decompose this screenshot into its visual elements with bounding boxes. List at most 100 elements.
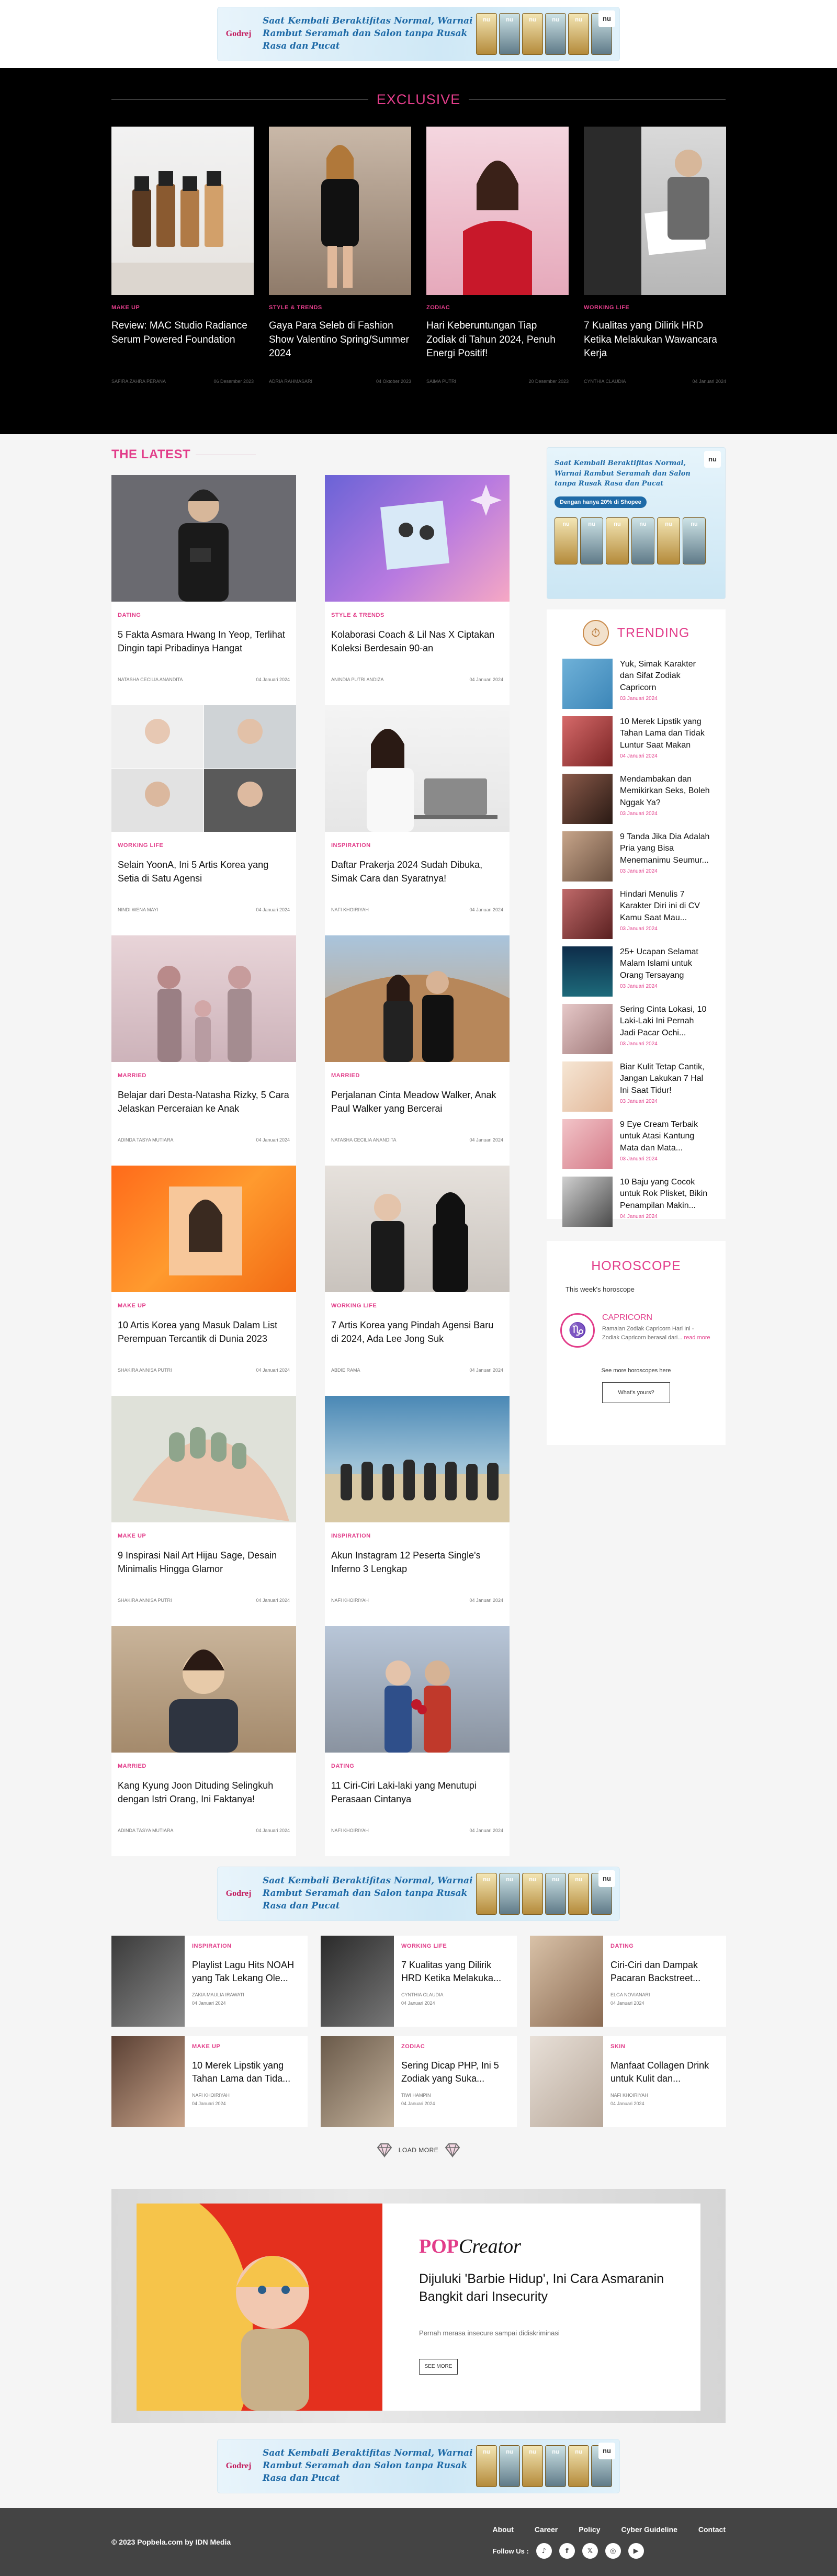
- footer-link-career[interactable]: Career: [535, 2525, 558, 2534]
- article-title[interactable]: Manfaat Collagen Drink untuk Kulit dan..…: [610, 2059, 719, 2086]
- tiktok-icon[interactable]: ♪: [536, 2543, 552, 2559]
- footer-link-about[interactable]: About: [492, 2525, 513, 2534]
- article-title[interactable]: Belajar dari Desta-Natasha Rizky, 5 Cara…: [111, 1088, 296, 1134]
- article-category[interactable]: ZODIAC: [401, 2043, 510, 2050]
- footer-link-cyber-guideline[interactable]: Cyber Guideline: [621, 2525, 677, 2534]
- article-image[interactable]: [325, 475, 510, 602]
- creator-image[interactable]: [137, 2204, 382, 2411]
- trending-thumb[interactable]: [562, 1119, 613, 1169]
- trending-thumb[interactable]: [562, 659, 613, 709]
- exclusive-card[interactable]: STYLE & TRENDS Gaya Para Seleb di Fashio…: [269, 127, 411, 384]
- article-image[interactable]: [111, 127, 254, 295]
- article-category[interactable]: STYLE & TRENDS: [269, 304, 411, 311]
- article-category[interactable]: MAKE UP: [192, 2043, 300, 2050]
- article-image[interactable]: [325, 1166, 510, 1292]
- exclusive-card[interactable]: MAKE UP Review: MAC Studio Radiance Seru…: [111, 127, 254, 384]
- article-card[interactable]: MARRIED Perjalanan Cinta Meadow Walker, …: [325, 935, 510, 1166]
- article-image[interactable]: [325, 705, 510, 832]
- small-article-card[interactable]: MAKE UP 10 Merek Lipstik yang Tahan Lama …: [111, 2036, 308, 2127]
- article-card[interactable]: MARRIED Kang Kyung Joon Dituding Selingk…: [111, 1626, 296, 1856]
- trending-thumb[interactable]: [562, 1061, 613, 1112]
- article-title[interactable]: Gaya Para Seleb di Fashion Show Valentin…: [269, 319, 411, 374]
- article-image[interactable]: [325, 1396, 510, 1522]
- article-title[interactable]: Perjalanan Cinta Meadow Walker, Anak Pau…: [325, 1088, 510, 1134]
- trending-title-text[interactable]: Sering Cinta Lokasi, 10 Laki-Laki Ini Pe…: [620, 1004, 710, 1039]
- see-more-horoscopes[interactable]: See more horoscopes here: [560, 1368, 712, 1374]
- instagram-icon[interactable]: ◎: [605, 2543, 621, 2559]
- article-category[interactable]: INSPIRATION: [192, 1943, 300, 1949]
- article-title[interactable]: 7 Kualitas yang Dilirik HRD Ketika Melak…: [401, 1959, 510, 1986]
- article-image[interactable]: [426, 127, 569, 295]
- article-category[interactable]: MARRIED: [111, 1072, 296, 1079]
- see-more-button[interactable]: SEE MORE: [419, 2358, 458, 2375]
- trending-title-text[interactable]: 9 Tanda Jika Dia Adalah Pria yang Bisa M…: [620, 831, 710, 866]
- footer-link-policy[interactable]: Policy: [579, 2525, 600, 2534]
- article-card[interactable]: DATING 5 Fakta Asmara Hwang In Yeop, Ter…: [111, 475, 296, 705]
- article-title[interactable]: Daftar Prakerja 2024 Sudah Dibuka, Simak…: [325, 858, 510, 904]
- trending-title-text[interactable]: 9 Eye Cream Terbaik untuk Atasi Kantung …: [620, 1119, 710, 1154]
- exclusive-card[interactable]: ZODIAC Hari Keberuntungan Tiap Zodiak di…: [426, 127, 569, 384]
- article-title[interactable]: 7 Artis Korea yang Pindah Agensi Baru di…: [325, 1318, 510, 1364]
- article-title[interactable]: Hari Keberuntungan Tiap Zodiak di Tahun …: [426, 319, 569, 374]
- article-title[interactable]: Kang Kyung Joon Dituding Selingkuh denga…: [111, 1779, 296, 1825]
- article-category[interactable]: ZODIAC: [426, 304, 569, 311]
- article-category[interactable]: INSPIRATION: [325, 1533, 510, 1539]
- bottom-ad-banner[interactable]: Godrej Saat Kembali Beraktifitas Normal,…: [217, 2439, 620, 2493]
- article-category[interactable]: WORKING LIFE: [325, 1303, 510, 1309]
- article-image[interactable]: [111, 475, 296, 602]
- article-image[interactable]: [111, 2036, 185, 2127]
- article-card[interactable]: STYLE & TRENDS Kolaborasi Coach & Lil Na…: [325, 475, 510, 705]
- trending-thumb[interactable]: [562, 716, 613, 766]
- small-article-card[interactable]: DATING Ciri-Ciri dan Dampak Pacaran Backs…: [530, 1936, 726, 2027]
- article-image[interactable]: [111, 1396, 296, 1522]
- article-card[interactable]: INSPIRATION Akun Instagram 12 Peserta Si…: [325, 1396, 510, 1626]
- article-title[interactable]: Review: MAC Studio Radiance Serum Powere…: [111, 319, 254, 374]
- article-title[interactable]: Ciri-Ciri dan Dampak Pacaran Backstreet.…: [610, 1959, 719, 1986]
- article-category[interactable]: MAKE UP: [111, 304, 254, 311]
- trending-title-text[interactable]: Biar Kulit Tetap Cantik, Jangan Lakukan …: [620, 1061, 710, 1097]
- article-category[interactable]: MAKE UP: [111, 1303, 296, 1309]
- trending-item[interactable]: 9 Tanda Jika Dia Adalah Pria yang Bisa M…: [555, 831, 717, 889]
- trending-thumb[interactable]: [562, 774, 613, 824]
- trending-thumb[interactable]: [562, 946, 613, 997]
- article-category[interactable]: MARRIED: [111, 1763, 296, 1769]
- article-image[interactable]: [530, 1936, 603, 2027]
- trending-title-text[interactable]: Mendambakan dan Memikirkan Seks, Boleh N…: [620, 774, 710, 809]
- article-title[interactable]: 10 Merek Lipstik yang Tahan Lama dan Tid…: [192, 2059, 300, 2086]
- capricorn-icon[interactable]: ♑: [560, 1313, 595, 1348]
- article-category[interactable]: WORKING LIFE: [401, 1943, 510, 1949]
- trending-thumb[interactable]: [562, 1004, 613, 1054]
- trending-title-text[interactable]: Yuk, Simak Karakter dan Sifat Zodiak Cap…: [620, 659, 710, 694]
- trending-thumb[interactable]: [562, 831, 613, 882]
- article-category[interactable]: SKIN: [610, 2043, 719, 2050]
- article-card[interactable]: WORKING LIFE 7 Artis Korea yang Pindah A…: [325, 1166, 510, 1396]
- small-article-card[interactable]: WORKING LIFE 7 Kualitas yang Dilirik HRD …: [321, 1936, 517, 2027]
- whats-yours-button[interactable]: What's yours?: [602, 1382, 670, 1403]
- article-image[interactable]: [325, 1626, 510, 1753]
- article-card[interactable]: DATING 11 Ciri-Ciri Laki-laki yang Menut…: [325, 1626, 510, 1856]
- small-article-card[interactable]: ZODIAC Sering Dicap PHP, Ini 5 Zodiak yan…: [321, 2036, 517, 2127]
- top-ad-banner[interactable]: Godrej Saat Kembali Beraktifitas Normal,…: [217, 7, 620, 61]
- article-title[interactable]: 7 Kualitas yang Dilirik HRD Ketika Melak…: [584, 319, 726, 374]
- article-title[interactable]: 11 Ciri-Ciri Laki-laki yang Menutupi Per…: [325, 1779, 510, 1825]
- trending-item[interactable]: 25+ Ucapan Selamat Malam Islami untuk Or…: [555, 946, 717, 1004]
- trending-title-text[interactable]: Hindari Menulis 7 Karakter Diri ini di C…: [620, 889, 710, 924]
- article-category[interactable]: DATING: [111, 612, 296, 618]
- read-more-link[interactable]: read more: [684, 1335, 710, 1341]
- trending-thumb[interactable]: [562, 889, 613, 939]
- article-image[interactable]: [584, 127, 726, 295]
- article-title[interactable]: Playlist Lagu Hits NOAH yang Tak Lekang …: [192, 1959, 300, 1986]
- article-category[interactable]: DATING: [325, 1763, 510, 1769]
- article-image[interactable]: [111, 1626, 296, 1753]
- article-category[interactable]: MAKE UP: [111, 1533, 296, 1539]
- article-card[interactable]: MAKE UP 9 Inspirasi Nail Art Hijau Sage,…: [111, 1396, 296, 1626]
- trending-title-text[interactable]: 10 Baju yang Cocok untuk Rok Plisket, Bi…: [620, 1177, 710, 1212]
- trending-item[interactable]: 10 Baju yang Cocok untuk Rok Plisket, Bi…: [555, 1177, 717, 1234]
- trending-item[interactable]: Mendambakan dan Memikirkan Seks, Boleh N…: [555, 774, 717, 831]
- article-card[interactable]: INSPIRATION Daftar Prakerja 2024 Sudah D…: [325, 705, 510, 935]
- article-image[interactable]: [111, 705, 296, 832]
- article-title[interactable]: Sering Dicap PHP, Ini 5 Zodiak yang Suka…: [401, 2059, 510, 2086]
- facebook-icon[interactable]: f: [559, 2543, 575, 2559]
- article-category[interactable]: INSPIRATION: [325, 842, 510, 849]
- trending-item[interactable]: 9 Eye Cream Terbaik untuk Atasi Kantung …: [555, 1119, 717, 1177]
